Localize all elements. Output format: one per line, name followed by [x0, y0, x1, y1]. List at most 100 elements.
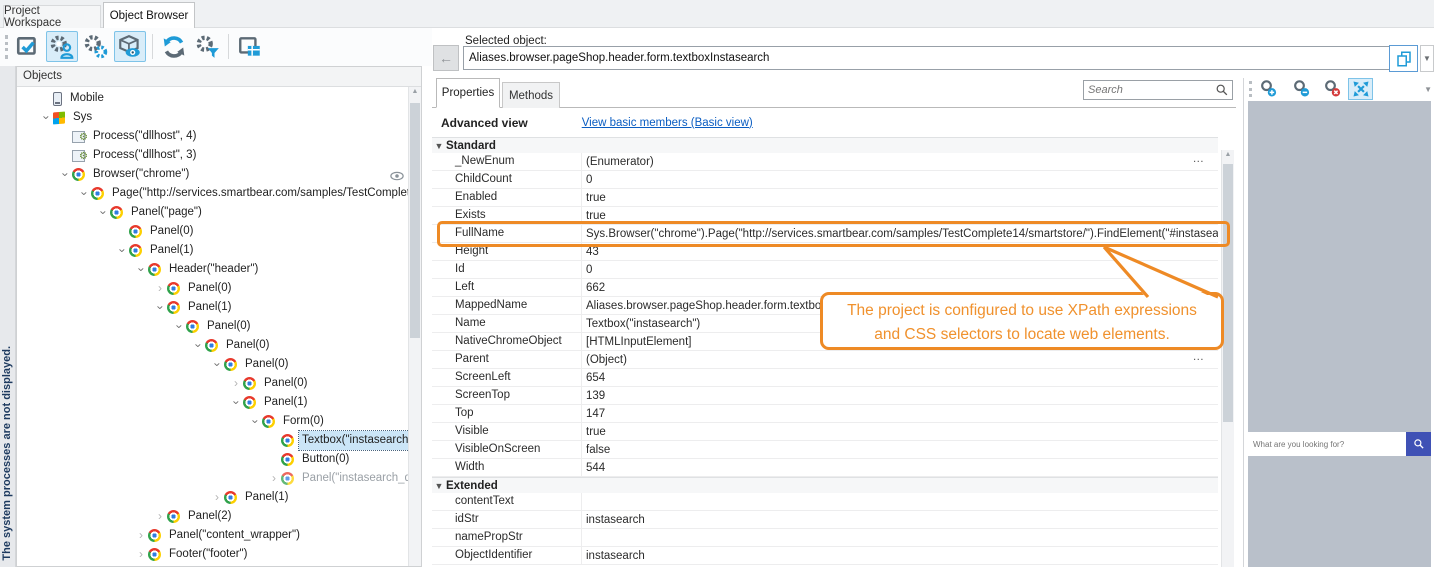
property-section-header[interactable]: ▼Standard	[432, 137, 1218, 153]
gear-filter-button[interactable]	[192, 31, 224, 62]
expand-icon[interactable]: ›	[210, 488, 224, 507]
zoom-out-button[interactable]	[1289, 78, 1314, 100]
tree-node[interactable]: ›Panel(1)	[17, 488, 408, 507]
tree-node[interactable]: ›Panel(1)	[17, 393, 408, 412]
collapse-icon[interactable]: ›	[246, 415, 265, 429]
tree-node[interactable]: ›Panel(0)	[17, 374, 408, 393]
ellipsis-button[interactable]: …	[1193, 153, 1205, 165]
property-row[interactable]: ScreenTop139	[432, 387, 1218, 405]
properties-scrollbar[interactable]: ▲	[1221, 150, 1234, 567]
tree-node[interactable]: ›Page("http://services.smartbear.com/sam…	[17, 184, 408, 203]
property-row[interactable]: ChildCount0	[432, 171, 1218, 189]
collapse-icon[interactable]: ›	[132, 263, 151, 277]
zoom-off-button[interactable]	[1320, 78, 1345, 100]
collapse-icon[interactable]: ›	[227, 396, 246, 410]
collapse-icon[interactable]: ›	[56, 168, 75, 182]
property-row[interactable]: Parent(Object)…	[432, 351, 1218, 369]
properties-scrollbar-thumb[interactable]	[1223, 164, 1233, 422]
collapse-icon[interactable]: ›	[208, 358, 227, 372]
tree-node[interactable]: ›Panel(1)	[17, 298, 408, 317]
property-row[interactable]: ScreenLeft654	[432, 369, 1218, 387]
property-search-input[interactable]	[1084, 84, 1215, 96]
tab-methods[interactable]: Methods	[502, 82, 560, 108]
tree-node[interactable]: Panel(0)	[17, 222, 408, 241]
basic-view-link[interactable]: View basic members (Basic view)	[582, 117, 753, 129]
back-button[interactable]: ←	[433, 45, 459, 71]
expand-icon[interactable]: ›	[267, 469, 281, 488]
fit-to-window-button[interactable]	[1348, 78, 1373, 100]
selected-object-input[interactable]	[463, 46, 1415, 70]
property-row[interactable]: namePropStr	[432, 529, 1218, 547]
expand-icon[interactable]: ›	[134, 545, 148, 564]
property-row[interactable]: Existstrue	[432, 207, 1218, 225]
copy-dropdown-button[interactable]: ▼	[1420, 45, 1434, 72]
cube-eye-button[interactable]	[114, 31, 146, 62]
tree-node[interactable]: ›Header("header")	[17, 260, 408, 279]
collapse-icon[interactable]: ›	[75, 187, 94, 201]
tree-node[interactable]	[17, 564, 408, 566]
section-collapse-icon[interactable]: ▼	[432, 141, 446, 151]
preview-dropdown-button[interactable]: ▼	[1424, 85, 1432, 94]
expand-icon[interactable]: ›	[134, 526, 148, 545]
collapse-icon[interactable]: ›	[151, 301, 170, 315]
window-grid-button[interactable]	[234, 31, 266, 62]
tree-node[interactable]: ›Panel(2)	[17, 507, 408, 526]
tree-node[interactable]: ›Sys	[17, 108, 408, 127]
property-row[interactable]: idStrinstasearch	[432, 511, 1218, 529]
tree-scrollbar[interactable]: ▲	[408, 87, 421, 566]
property-row[interactable]: Visibletrue	[432, 423, 1218, 441]
collapse-icon[interactable]: ›	[94, 206, 113, 220]
expand-icon[interactable]: ›	[229, 374, 243, 393]
property-row[interactable]: Width544	[432, 459, 1218, 477]
scroll-up-icon[interactable]: ▲	[409, 88, 421, 95]
tree-node[interactable]: ›Panel("page")	[17, 203, 408, 222]
tree-node[interactable]: ›Panel(0)	[17, 279, 408, 298]
property-row[interactable]: VisibleOnScreenfalse	[432, 441, 1218, 459]
view-mode-label: Advanced view	[441, 116, 528, 130]
property-row[interactable]: ObjectIdentifierinstasearch	[432, 547, 1218, 565]
tree-node[interactable]: ›Panel("content_wrapper")	[17, 526, 408, 545]
tree-node[interactable]: ›Panel(0)	[17, 336, 408, 355]
section-collapse-icon[interactable]: ▼	[432, 481, 446, 491]
tree-node[interactable]: ›Browser("chrome")	[17, 165, 408, 184]
tab-object-browser[interactable]: Object Browser	[103, 2, 195, 29]
refresh-button[interactable]	[158, 31, 190, 62]
property-row[interactable]: FullNameSys.Browser("chrome").Page("http…	[432, 225, 1218, 243]
property-row[interactable]: Height43	[432, 243, 1218, 261]
collapse-icon[interactable]: ›	[170, 320, 189, 334]
property-search-box[interactable]	[1083, 80, 1233, 100]
toolbar-grip[interactable]	[5, 35, 8, 59]
property-row[interactable]: _NewEnum(Enumerator)…	[432, 153, 1218, 171]
ellipsis-button[interactable]: …	[1193, 351, 1205, 363]
gear-user-button[interactable]	[46, 31, 78, 62]
tree-node[interactable]: ›Panel(1)	[17, 241, 408, 260]
collapse-icon[interactable]: ›	[189, 339, 208, 353]
scroll-up-icon[interactable]: ▲	[1222, 151, 1234, 158]
tree-node[interactable]: ›Panel(0)	[17, 355, 408, 374]
tree-node[interactable]: Button(0)	[17, 450, 408, 469]
tree-node[interactable]: Process("dllhost", 3)	[17, 146, 408, 165]
tree-node[interactable]: Mobile	[17, 89, 408, 108]
tree-node[interactable]: Textbox("instasearch")	[17, 431, 408, 450]
expand-icon[interactable]: ›	[153, 507, 167, 526]
tree-scrollbar-thumb[interactable]	[410, 103, 420, 338]
copy-button[interactable]	[1389, 45, 1418, 72]
gears-button[interactable]	[80, 31, 112, 62]
tree-node[interactable]: ›Form(0)	[17, 412, 408, 431]
property-row[interactable]: Enabledtrue	[432, 189, 1218, 207]
tab-project-workspace[interactable]: Project Workspace	[3, 5, 101, 28]
property-row[interactable]: contentText	[432, 493, 1218, 511]
tree-node[interactable]: ›Panel(0)	[17, 317, 408, 336]
tree-node[interactable]: Process("dllhost", 4)	[17, 127, 408, 146]
property-row[interactable]: Id0	[432, 261, 1218, 279]
property-row[interactable]: Top147	[432, 405, 1218, 423]
tab-properties[interactable]: Properties	[436, 78, 500, 108]
zoom-in-button[interactable]	[1256, 78, 1281, 100]
collapse-icon[interactable]: ›	[113, 244, 132, 258]
toolbar-grip[interactable]	[1249, 81, 1252, 97]
property-section-header[interactable]: ▼Extended	[432, 477, 1218, 493]
expand-icon[interactable]: ›	[153, 279, 167, 298]
checked-window-button[interactable]	[12, 31, 44, 62]
tree-node[interactable]: ›Panel("instasearch_drop"	[17, 469, 408, 488]
tree-node[interactable]: ›Footer("footer")	[17, 545, 408, 564]
